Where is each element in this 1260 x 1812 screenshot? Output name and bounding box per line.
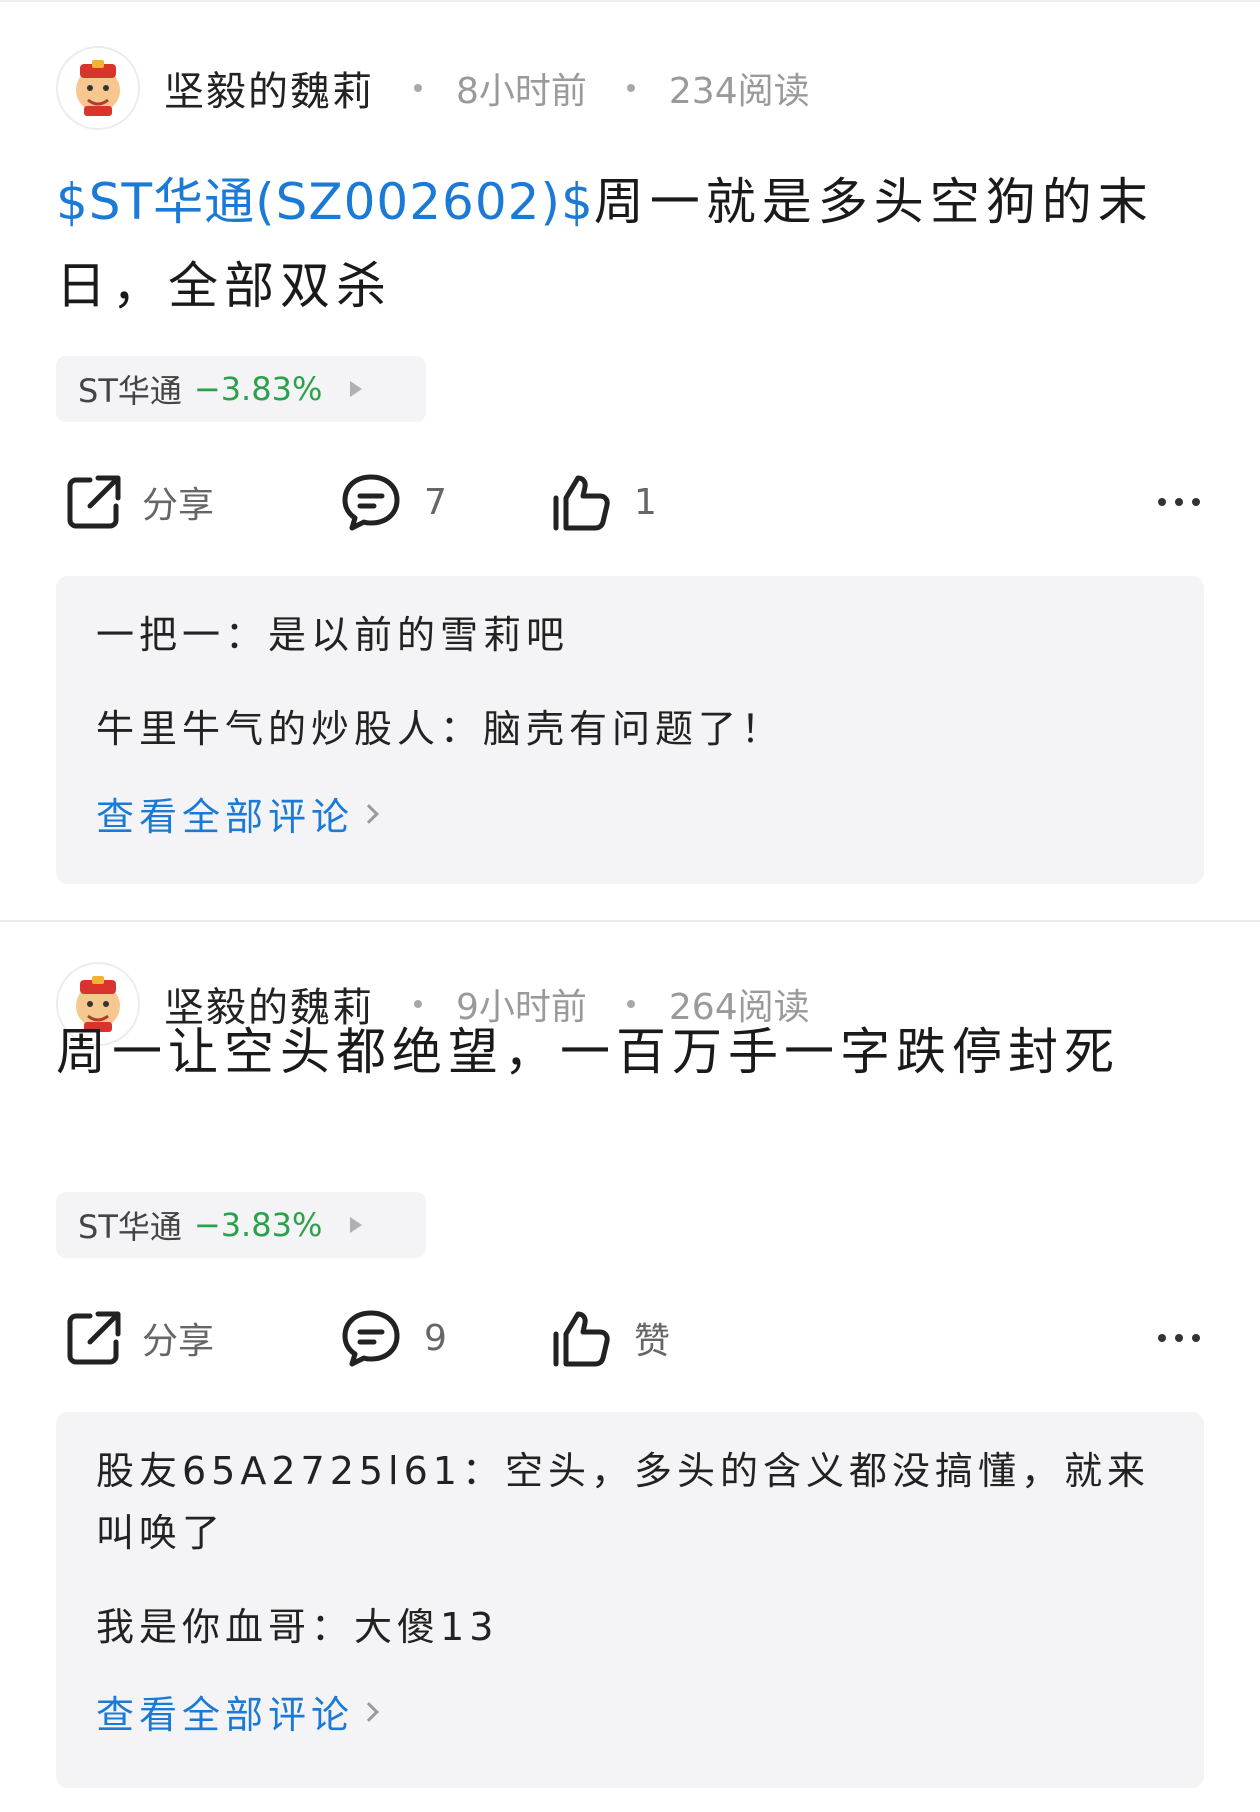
- view-all-comments-link[interactable]: 查看全部评论: [96, 1684, 1164, 1739]
- share-button[interactable]: 分享: [64, 1298, 214, 1378]
- share-label: 分享: [142, 1321, 215, 1362]
- avatar[interactable]: [56, 46, 140, 130]
- stock-name: ST华通: [78, 372, 182, 410]
- post-header: 坚毅的魏莉 8小时前 234阅读: [56, 46, 810, 130]
- stock-change: −3.83%: [193, 1206, 323, 1244]
- post-text: 周一让空头都绝望，一百万手一字跌停封死: [56, 1023, 1120, 1081]
- post-time: 8小时前: [456, 71, 587, 112]
- comment-icon: [342, 1310, 400, 1367]
- separator-dot: [414, 84, 422, 92]
- action-bar: 分享 7 1: [56, 462, 1206, 542]
- comment-preview[interactable]: 一把一：是以前的雪莉吧 牛里牛气的炒股人：脑壳有问题了！ 查看全部评论: [56, 576, 1204, 884]
- share-icon: [67, 475, 121, 529]
- comment-preview[interactable]: 股友65A2725l61：空头，多头的含义都没搞懂，就来叫唤了 我是你血哥：大傻…: [56, 1412, 1204, 1788]
- play-arrow-icon: [350, 381, 363, 397]
- comment-author: 牛里牛气的炒股人: [96, 707, 441, 751]
- comment-item[interactable]: 股友65A2725l61：空头，多头的含义都没搞懂，就来叫唤了: [96, 1440, 1164, 1564]
- comment-author: 我是你血哥: [96, 1605, 312, 1649]
- stock-tag-link[interactable]: $ST华通(SZ002602)$: [56, 173, 594, 231]
- comment-icon: [342, 474, 400, 531]
- comment-count: 9: [424, 1317, 447, 1359]
- separator-dot: [626, 1000, 635, 1008]
- chevron-right-icon: [359, 1701, 379, 1722]
- separator-dot: [626, 84, 635, 92]
- comment-item[interactable]: 我是你血哥：大傻13: [96, 1596, 1164, 1658]
- comment-text: 脑壳有问题了！: [483, 707, 785, 751]
- stock-change: −3.83%: [193, 370, 323, 408]
- comment-text: 大傻13: [354, 1605, 499, 1649]
- like-button[interactable]: 1: [550, 462, 657, 542]
- share-label: 分享: [142, 485, 215, 526]
- post-card[interactable]: 坚毅的魏莉 8小时前 234阅读 $ST华通(SZ002602)$周一就是多头空…: [0, 0, 1260, 920]
- like-button[interactable]: 赞: [550, 1298, 670, 1378]
- comment-item[interactable]: 一把一：是以前的雪莉吧: [96, 604, 1164, 666]
- share-button[interactable]: 分享: [64, 462, 214, 542]
- more-icon[interactable]: [1158, 486, 1200, 518]
- post-card[interactable]: 坚毅的魏莉 9小时前 264阅读 周一让空头都绝望，一百万手一字跌停封死 ST华…: [0, 922, 1260, 1812]
- stock-name: ST华通: [78, 1208, 182, 1246]
- stock-chip[interactable]: ST华通 −3.83%: [56, 1192, 426, 1258]
- comment-button[interactable]: 7: [340, 462, 447, 542]
- comment-count: 7: [424, 481, 447, 523]
- separator-dot: [414, 1000, 422, 1008]
- play-arrow-icon: [350, 1217, 363, 1233]
- more-icon[interactable]: [1158, 1322, 1200, 1354]
- share-icon: [67, 1311, 121, 1365]
- comment-item[interactable]: 牛里牛气的炒股人：脑壳有问题了！: [96, 698, 1164, 760]
- like-count: 1: [634, 481, 657, 523]
- comment-text: 是以前的雪莉吧: [268, 613, 570, 657]
- chevron-right-icon: [359, 803, 379, 824]
- like-icon: [553, 475, 610, 531]
- post-content[interactable]: $ST华通(SZ002602)$周一就是多头空狗的末日，全部双杀: [56, 160, 1206, 328]
- like-icon: [553, 1311, 610, 1367]
- author-name[interactable]: 坚毅的魏莉: [164, 59, 374, 117]
- view-all-comments-link[interactable]: 查看全部评论: [96, 786, 1164, 841]
- like-label: 赞: [634, 1321, 671, 1362]
- avatar-image: [76, 60, 120, 116]
- read-count: 234阅读: [668, 71, 810, 112]
- comment-author: 股友65A2725l61: [96, 1449, 462, 1493]
- comment-author: 一把一: [96, 613, 226, 657]
- action-bar: 分享 9 赞: [56, 1298, 1206, 1378]
- comment-button[interactable]: 9: [340, 1298, 447, 1378]
- post-content[interactable]: 周一让空头都绝望，一百万手一字跌停封死: [56, 1010, 1206, 1094]
- stock-chip[interactable]: ST华通 −3.83%: [56, 356, 426, 422]
